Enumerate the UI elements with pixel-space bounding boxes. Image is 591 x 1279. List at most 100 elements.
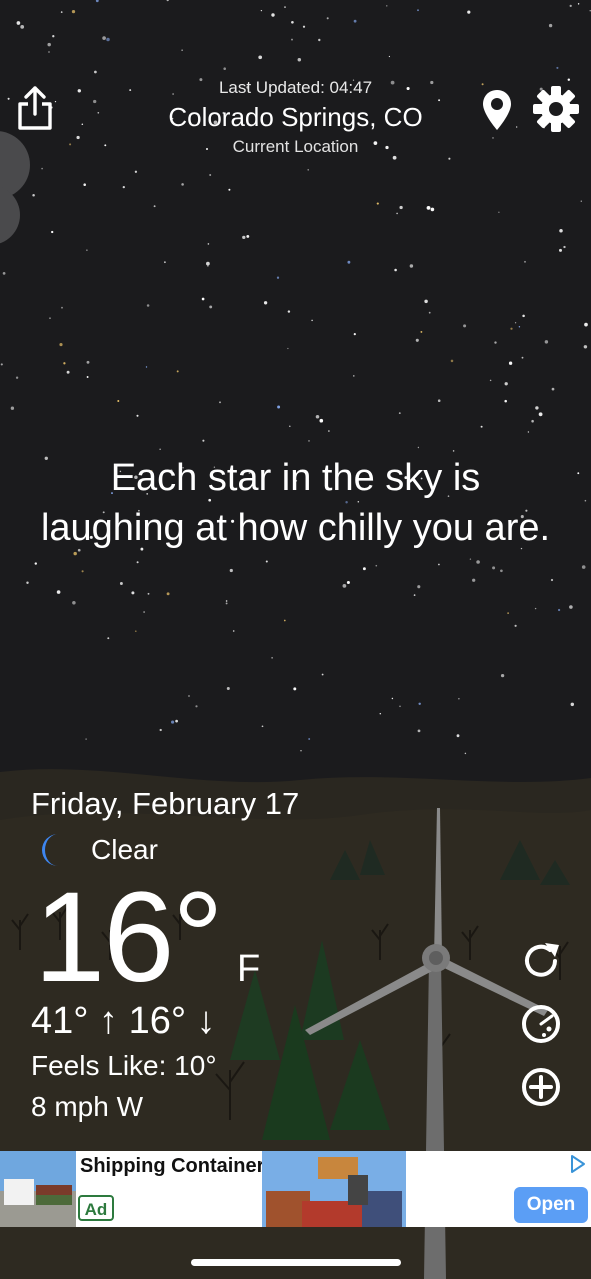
star — [420, 330, 423, 333]
star — [117, 399, 120, 403]
star — [522, 314, 525, 318]
star — [143, 611, 145, 613]
star — [534, 607, 537, 610]
star — [577, 472, 580, 475]
temperature-unit[interactable]: F — [237, 948, 260, 991]
star — [63, 362, 66, 365]
star — [379, 712, 382, 715]
star — [581, 565, 586, 569]
star — [415, 338, 419, 342]
star — [164, 261, 166, 264]
star — [51, 230, 54, 234]
star — [426, 206, 431, 210]
star — [66, 370, 70, 374]
star — [26, 581, 29, 585]
star — [347, 260, 351, 264]
star — [86, 376, 89, 378]
star — [521, 356, 524, 359]
feels-like-text: Feels Like: 10° — [31, 1050, 217, 1081]
star — [417, 585, 421, 589]
star — [175, 719, 178, 723]
star — [563, 245, 566, 249]
star — [134, 630, 137, 633]
star — [308, 440, 310, 442]
forecast-date: Friday, February 17 — [31, 786, 300, 821]
star — [122, 185, 125, 189]
radar-icon[interactable] — [519, 1002, 563, 1046]
star — [430, 207, 435, 212]
current-location-label: Current Location — [232, 137, 359, 156]
star — [61, 306, 63, 309]
star — [289, 425, 291, 427]
star — [504, 399, 507, 403]
star — [463, 324, 467, 328]
star — [131, 591, 135, 595]
star — [201, 297, 205, 301]
star — [265, 560, 268, 563]
refresh-icon[interactable] — [519, 939, 563, 983]
star — [438, 563, 440, 566]
ad-image-containers — [262, 1151, 406, 1227]
star — [59, 343, 63, 347]
star — [504, 382, 508, 386]
gear-icon[interactable] — [533, 86, 579, 132]
star — [119, 582, 123, 585]
star — [226, 687, 230, 690]
star — [153, 205, 156, 208]
star — [375, 564, 378, 567]
star — [209, 174, 212, 176]
star — [570, 702, 575, 707]
top-bar: Last Updated: 04:47 Colorado Springs, CO… — [0, 0, 591, 170]
ad-banner[interactable]: Shipping Containers for Sale Ad Open — [0, 1151, 591, 1227]
star — [85, 738, 87, 740]
star — [232, 630, 235, 632]
star — [476, 560, 480, 564]
star — [276, 276, 280, 279]
star — [86, 249, 88, 251]
star — [394, 268, 397, 272]
star — [535, 406, 539, 410]
star — [456, 734, 460, 738]
star — [277, 405, 281, 409]
star — [464, 752, 467, 755]
star — [418, 702, 421, 706]
high-low-temperature: 41° ↑ 16° ↓ — [31, 1000, 216, 1042]
home-indicator[interactable] — [191, 1259, 401, 1266]
star — [229, 568, 233, 573]
star — [458, 698, 460, 700]
star — [391, 697, 394, 700]
star — [225, 600, 228, 602]
star — [293, 687, 297, 691]
star — [538, 412, 543, 417]
add-circle-icon[interactable] — [519, 1065, 563, 1109]
star — [209, 305, 213, 309]
star — [202, 439, 205, 442]
star — [136, 561, 139, 564]
star — [550, 578, 554, 582]
ad-open-button[interactable]: Open — [514, 1187, 588, 1223]
star — [171, 720, 175, 724]
star — [83, 183, 86, 186]
star — [452, 450, 455, 452]
star — [145, 366, 148, 368]
ad-choices-icon[interactable] — [568, 1154, 588, 1174]
star — [219, 401, 221, 404]
star — [308, 738, 311, 740]
condition-text: Clear — [91, 834, 158, 865]
star — [544, 340, 549, 344]
star — [107, 637, 110, 640]
star — [399, 705, 401, 708]
wind-text: 8 mph W — [31, 1091, 144, 1122]
star — [287, 347, 289, 350]
star — [86, 360, 90, 364]
star — [524, 260, 526, 263]
crescent-moon-icon — [42, 834, 58, 866]
star — [319, 418, 324, 423]
star — [557, 608, 561, 612]
map-pin-icon[interactable] — [480, 88, 514, 132]
star — [207, 265, 209, 267]
star — [492, 566, 496, 570]
star — [283, 619, 286, 622]
star — [271, 657, 273, 659]
star — [510, 327, 513, 330]
